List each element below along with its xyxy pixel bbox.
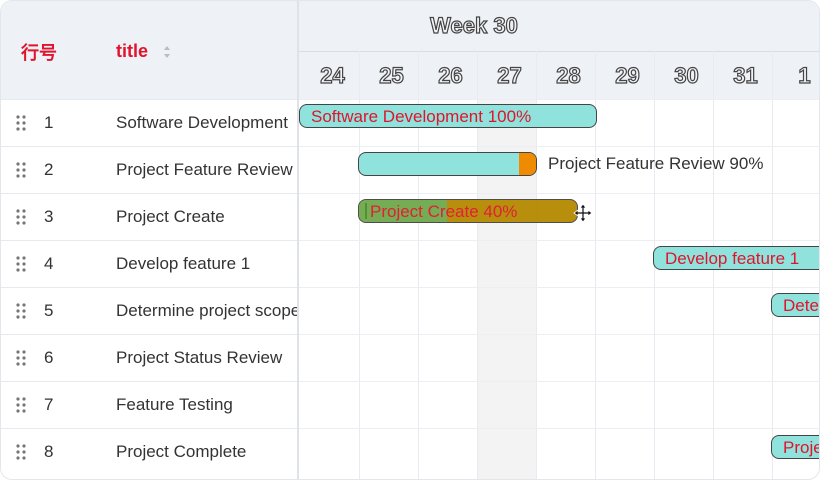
task-bar-label: Software Development 100% xyxy=(311,107,532,126)
column-header-index[interactable]: 行号 xyxy=(21,39,57,65)
day-label: 26 xyxy=(438,62,464,88)
day-label: 1 xyxy=(798,62,811,88)
task-bar[interactable] xyxy=(358,152,537,176)
row-title[interactable]: Project Feature Review xyxy=(116,160,297,180)
sort-icon[interactable] xyxy=(163,45,171,59)
column-header-title[interactable]: title xyxy=(116,41,148,62)
row-index: 7 xyxy=(44,395,54,414)
task-bar[interactable]: Dete xyxy=(771,293,819,317)
day-label: 24 xyxy=(320,62,346,88)
row-index: 6 xyxy=(44,348,54,367)
row-title[interactable]: Feature Testing xyxy=(116,395,297,415)
grid-line xyxy=(299,287,819,288)
drag-handle-icon[interactable] xyxy=(15,349,27,367)
progress-handle[interactable] xyxy=(365,203,367,219)
task-bar-label: Proje xyxy=(783,438,820,457)
day-label: 25 xyxy=(379,62,405,88)
table-row[interactable]: 7 Feature Testing xyxy=(1,381,297,429)
table-row[interactable]: 5 Determine project scope xyxy=(1,287,297,335)
day-label: 28 xyxy=(556,62,582,88)
drag-handle-icon[interactable] xyxy=(15,114,27,132)
task-bar-dragging[interactable]: Project Create 40% xyxy=(358,199,578,223)
table-row[interactable]: 6 Project Status Review xyxy=(1,334,297,382)
day-label: 29 xyxy=(615,62,641,88)
task-bar[interactable]: Software Development 100% xyxy=(299,104,597,128)
drag-handle-icon[interactable] xyxy=(15,302,27,320)
grid-line xyxy=(299,428,819,429)
grid-line xyxy=(299,240,819,241)
grid-line xyxy=(299,381,819,382)
grid-line xyxy=(299,334,819,335)
row-title[interactable]: Software Development xyxy=(116,113,297,133)
move-cursor-icon xyxy=(573,203,593,223)
progress-remainder xyxy=(519,153,536,175)
row-index: 1 xyxy=(44,113,54,132)
row-title[interactable]: Project Status Review xyxy=(116,348,297,368)
day-label: 27 xyxy=(497,62,523,88)
drag-handle-icon[interactable] xyxy=(15,443,27,461)
row-title[interactable]: Project Complete xyxy=(116,442,297,462)
grid-line xyxy=(299,193,819,194)
task-bar[interactable]: Develop feature 1 xyxy=(653,246,819,270)
drag-handle-icon[interactable] xyxy=(15,208,27,226)
drag-handle-icon[interactable] xyxy=(15,255,27,273)
grid-line xyxy=(299,146,819,147)
header-divider xyxy=(299,51,819,52)
table-row[interactable]: 4 Develop feature 1 xyxy=(1,240,297,288)
task-bar[interactable]: Proje xyxy=(771,435,820,459)
row-index: 2 xyxy=(44,160,54,179)
row-index: 8 xyxy=(44,442,54,461)
drag-handle-icon[interactable] xyxy=(15,161,27,179)
row-index: 5 xyxy=(44,301,54,320)
row-title[interactable]: Determine project scope xyxy=(116,301,297,321)
day-label: 31 xyxy=(733,62,759,88)
day-label: 30 xyxy=(674,62,700,88)
row-title[interactable]: Develop feature 1 xyxy=(116,254,297,274)
row-index: 3 xyxy=(44,207,54,226)
table-row[interactable]: 2 Project Feature Review xyxy=(1,146,297,194)
row-index: 4 xyxy=(44,254,54,273)
table-row[interactable]: 3 Project Create xyxy=(1,193,297,241)
task-table: 行号 title 1 Software Development 2 Projec… xyxy=(1,1,297,479)
task-bar-label: Project Create 40% xyxy=(370,202,518,221)
task-bar-label: Develop feature 1 xyxy=(665,249,800,268)
table-row[interactable]: 1 Software Development xyxy=(1,99,297,147)
grid-line xyxy=(299,99,819,100)
table-row[interactable]: 8 Project Complete xyxy=(1,428,297,476)
gantt-widget: 行号 title 1 Software Development 2 Projec… xyxy=(0,0,820,480)
task-bar-label: Project Feature Review 90% xyxy=(548,154,764,173)
row-title[interactable]: Project Create xyxy=(116,207,297,227)
task-bar-label: Dete xyxy=(783,296,819,315)
gantt-chart: Week 30 24 25 26 27 28 29 30 31 1 Softwa… xyxy=(299,1,820,479)
table-header: 行号 title xyxy=(1,1,297,99)
drag-handle-icon[interactable] xyxy=(15,396,27,414)
week-label: Week 30 xyxy=(430,12,519,38)
